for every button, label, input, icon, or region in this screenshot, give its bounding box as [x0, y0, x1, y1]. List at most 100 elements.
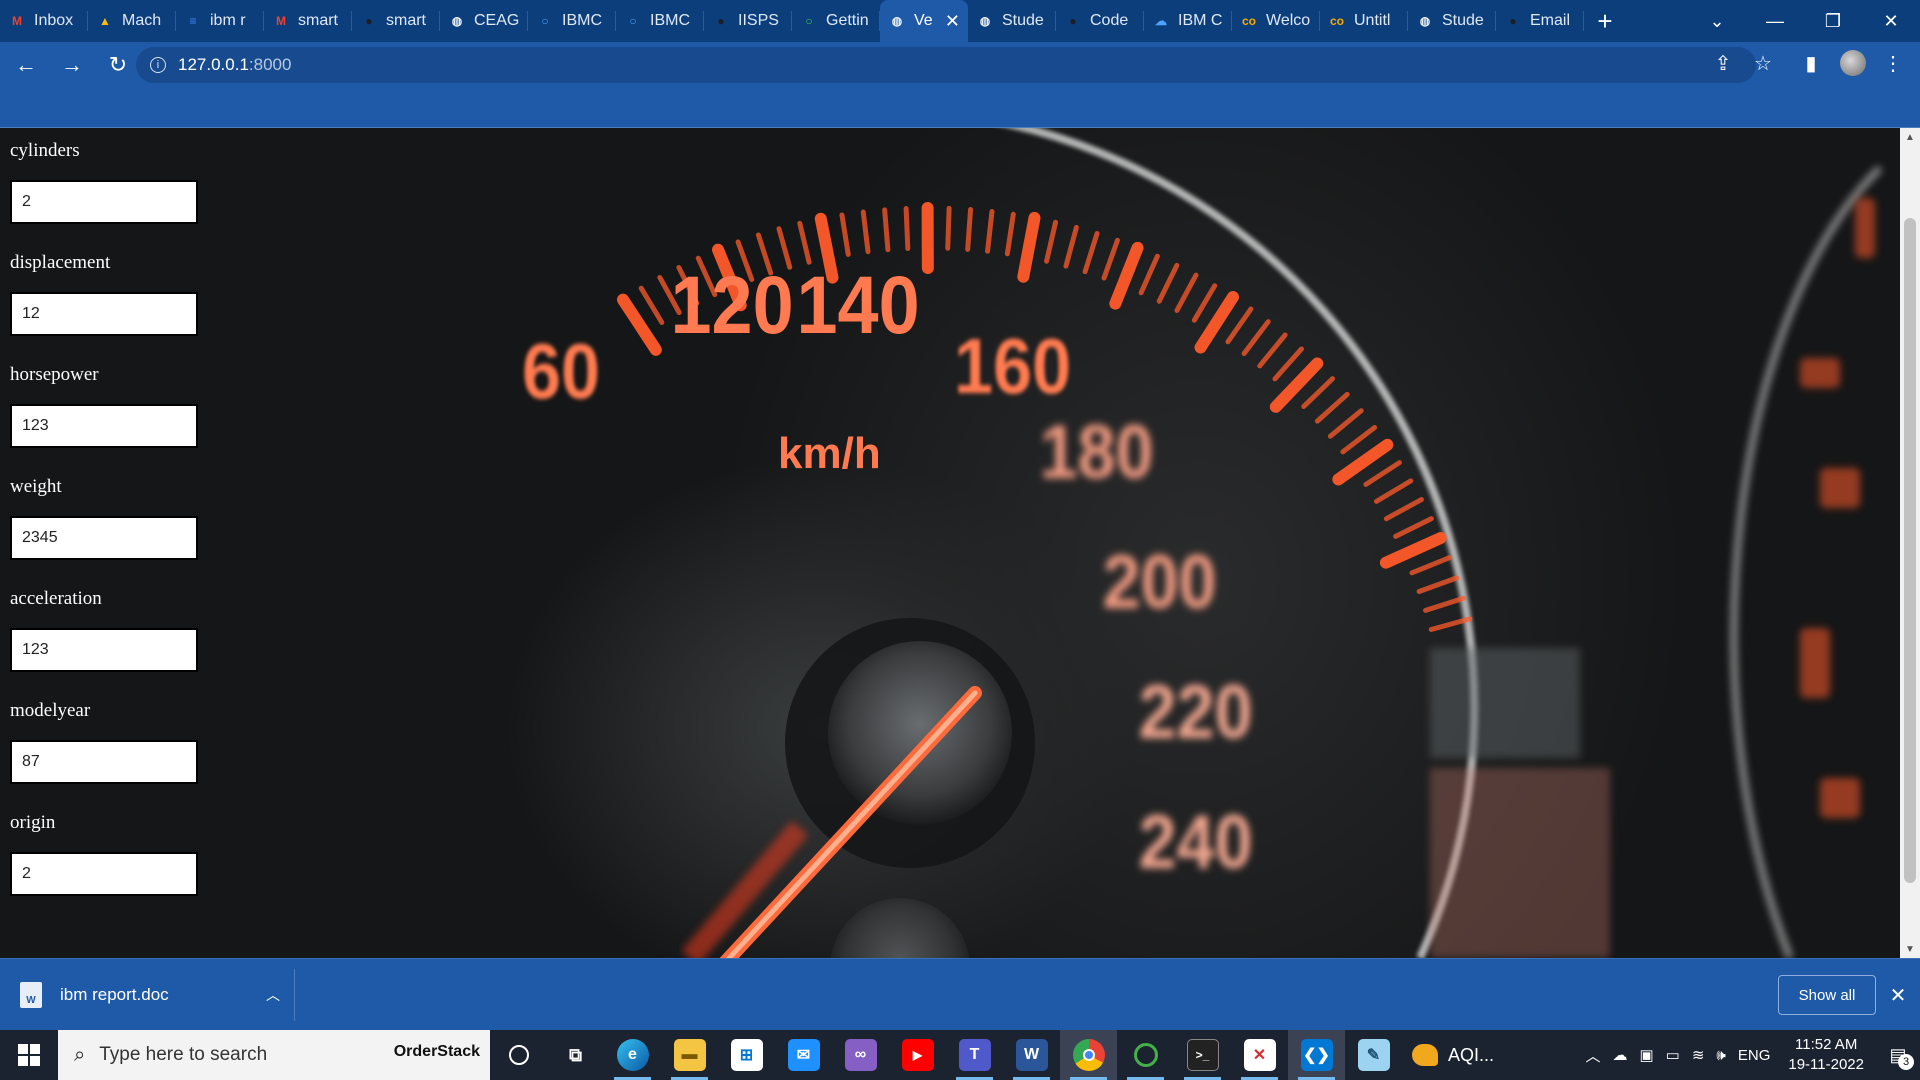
youtube-icon[interactable]: ▶: [889, 1030, 946, 1080]
browser-tab[interactable]: Msmart: [264, 0, 352, 42]
teams-icon[interactable]: T: [946, 1030, 1003, 1080]
browser-tab[interactable]: ◍ Stude: [1408, 0, 1496, 42]
globe-icon: ◍: [1419, 14, 1431, 28]
browser-tab[interactable]: ◍ CEAG: [440, 0, 528, 42]
notifications-icon[interactable]: ▤ 3: [1876, 1030, 1920, 1080]
speedo-tick: [839, 212, 851, 257]
vscode-icon[interactable]: ❮❯: [1288, 1030, 1345, 1080]
tab-label: CEAG: [474, 12, 520, 29]
browser-tab[interactable]: co Untitl: [1320, 0, 1408, 42]
prediction-form: cylinders displacement horsepower weight acc…: [10, 136, 210, 920]
horsepower-input[interactable]: [10, 404, 198, 448]
browser-tab[interactable]: ☁ IBM C: [1144, 0, 1232, 42]
speedo-tick: [1101, 237, 1120, 281]
browser-tab[interactable]: ● Code: [1056, 0, 1144, 42]
browser-tab[interactable]: ○ Gettin: [792, 0, 880, 42]
microsoft-store-icon[interactable]: ⊞: [718, 1030, 775, 1080]
side-panel-icon[interactable]: ▮: [1794, 46, 1828, 80]
volume-icon[interactable]: 🕪: [1716, 1047, 1725, 1064]
browser-tab[interactable]: ○ IBMC: [616, 0, 704, 42]
wifi-icon[interactable]: ≋: [1692, 1046, 1705, 1064]
browser-tab[interactable]: ◍ Stude: [968, 0, 1056, 42]
taskbar-search-box[interactable]: ⌕ Type here to search OrderStack: [58, 1030, 490, 1080]
browser-tab-active[interactable]: ◍ Ve ✕: [880, 0, 968, 42]
profile-avatar[interactable]: [1836, 46, 1870, 80]
reload-button[interactable]: ↻: [98, 45, 138, 85]
scroll-down-arrow-icon[interactable]: ▼: [1900, 940, 1920, 958]
speedo-tick: [860, 209, 871, 255]
browser-tab[interactable]: ● smart: [352, 0, 440, 42]
search-icon: ⌕: [74, 1043, 86, 1066]
new-tab-button[interactable]: +: [1584, 0, 1626, 42]
origin-input[interactable]: [10, 852, 198, 896]
speedo-tick: [1379, 532, 1447, 569]
browser-tab[interactable]: ≡ ibm r: [176, 0, 264, 42]
language-indicator[interactable]: ENG: [1738, 1047, 1771, 1064]
clock[interactable]: 11:52 AM 19-11-2022: [1788, 1035, 1864, 1075]
visual-studio-icon[interactable]: ∞: [832, 1030, 889, 1080]
tab-search-icon[interactable]: ⌄: [1688, 0, 1746, 42]
file-explorer-icon[interactable]: ▬: [661, 1030, 718, 1080]
word-icon[interactable]: W: [1003, 1030, 1060, 1080]
close-tab-icon[interactable]: ✕: [945, 11, 960, 32]
tab-label: Untitl: [1354, 12, 1391, 29]
back-button[interactable]: ←: [6, 45, 46, 85]
address-bar[interactable]: i 127.0.0.1:8000: [136, 47, 1756, 83]
bookmark-star-icon[interactable]: ☆: [1746, 46, 1780, 80]
cylinders-input[interactable]: [10, 180, 198, 224]
terminal-icon[interactable]: >_: [1174, 1030, 1231, 1080]
browser-tab[interactable]: co Welco: [1232, 0, 1320, 42]
speedo-tick: [1340, 425, 1378, 455]
security-icon[interactable]: ▣: [1639, 1046, 1653, 1064]
browser-tab[interactable]: ○ IBMC: [528, 0, 616, 42]
show-hidden-icons-icon[interactable]: ︿: [1585, 1045, 1600, 1066]
site-info-icon[interactable]: i: [150, 57, 166, 73]
page-scrollbar[interactable]: ▲ ▼: [1900, 128, 1920, 958]
acceleration-input[interactable]: [10, 628, 198, 672]
xampp-icon[interactable]: ✕: [1231, 1030, 1288, 1080]
weather-widget[interactable]: AQI...: [1412, 1044, 1542, 1066]
modelyear-input[interactable]: [10, 740, 198, 784]
menu-kebab-icon[interactable]: ⋮: [1876, 46, 1910, 80]
browser-tab[interactable]: ● Email: [1496, 0, 1584, 42]
show-all-button[interactable]: Show all: [1778, 975, 1876, 1015]
onedrive-cloud-icon[interactable]: ☁: [1612, 1046, 1627, 1064]
github-icon: ●: [365, 14, 373, 28]
tab-label: Mach: [122, 12, 162, 29]
scrollbar-thumb[interactable]: [1904, 218, 1916, 883]
forward-button[interactable]: →: [52, 45, 92, 85]
speedo-tick: [1174, 272, 1199, 313]
restore-button[interactable]: ❐: [1804, 0, 1862, 42]
tab-label: Stude: [1002, 12, 1044, 29]
windows-logo-icon: [18, 1044, 40, 1066]
share-icon[interactable]: ⇪: [1706, 46, 1740, 80]
anaconda-icon[interactable]: [1117, 1030, 1174, 1080]
close-download-bar-icon[interactable]: ✕: [1884, 981, 1912, 1009]
colab-icon: co: [1329, 14, 1344, 28]
edge-icon[interactable]: e: [604, 1030, 661, 1080]
mail-icon[interactable]: ✉: [775, 1030, 832, 1080]
chevron-up-icon[interactable]: ︿: [266, 985, 280, 1005]
weight-input[interactable]: [10, 516, 198, 560]
displacement-input[interactable]: [10, 292, 198, 336]
scroll-up-arrow-icon[interactable]: ▲: [1900, 128, 1920, 146]
battery-icon[interactable]: ▭: [1666, 1046, 1680, 1064]
tab-separator: [1583, 11, 1584, 31]
field-label-cylinders: cylinders: [10, 140, 80, 161]
task-view-icon[interactable]: ⧉: [547, 1030, 604, 1080]
start-button[interactable]: [0, 1030, 58, 1080]
browser-tab[interactable]: ▲ Mach: [88, 0, 176, 42]
close-window-button[interactable]: ✕: [1862, 0, 1920, 42]
url-host: 127.0.0.1: [178, 55, 249, 74]
download-item[interactable]: W ibm report.doc ︿: [20, 977, 280, 1013]
speedo-unit-label: km/h: [778, 429, 881, 478]
chrome-icon[interactable]: [1060, 1030, 1117, 1080]
cortana-icon[interactable]: [490, 1030, 547, 1080]
notepad-icon[interactable]: ✎: [1345, 1030, 1402, 1080]
gmail-icon: M: [12, 14, 22, 28]
speedo-tick: [882, 207, 891, 253]
minimize-button[interactable]: —: [1746, 0, 1804, 42]
browser-tab[interactable]: M Inbox: [0, 0, 88, 42]
browser-tab[interactable]: ● IISPS: [704, 0, 792, 42]
speedo-tick: [1156, 262, 1180, 304]
